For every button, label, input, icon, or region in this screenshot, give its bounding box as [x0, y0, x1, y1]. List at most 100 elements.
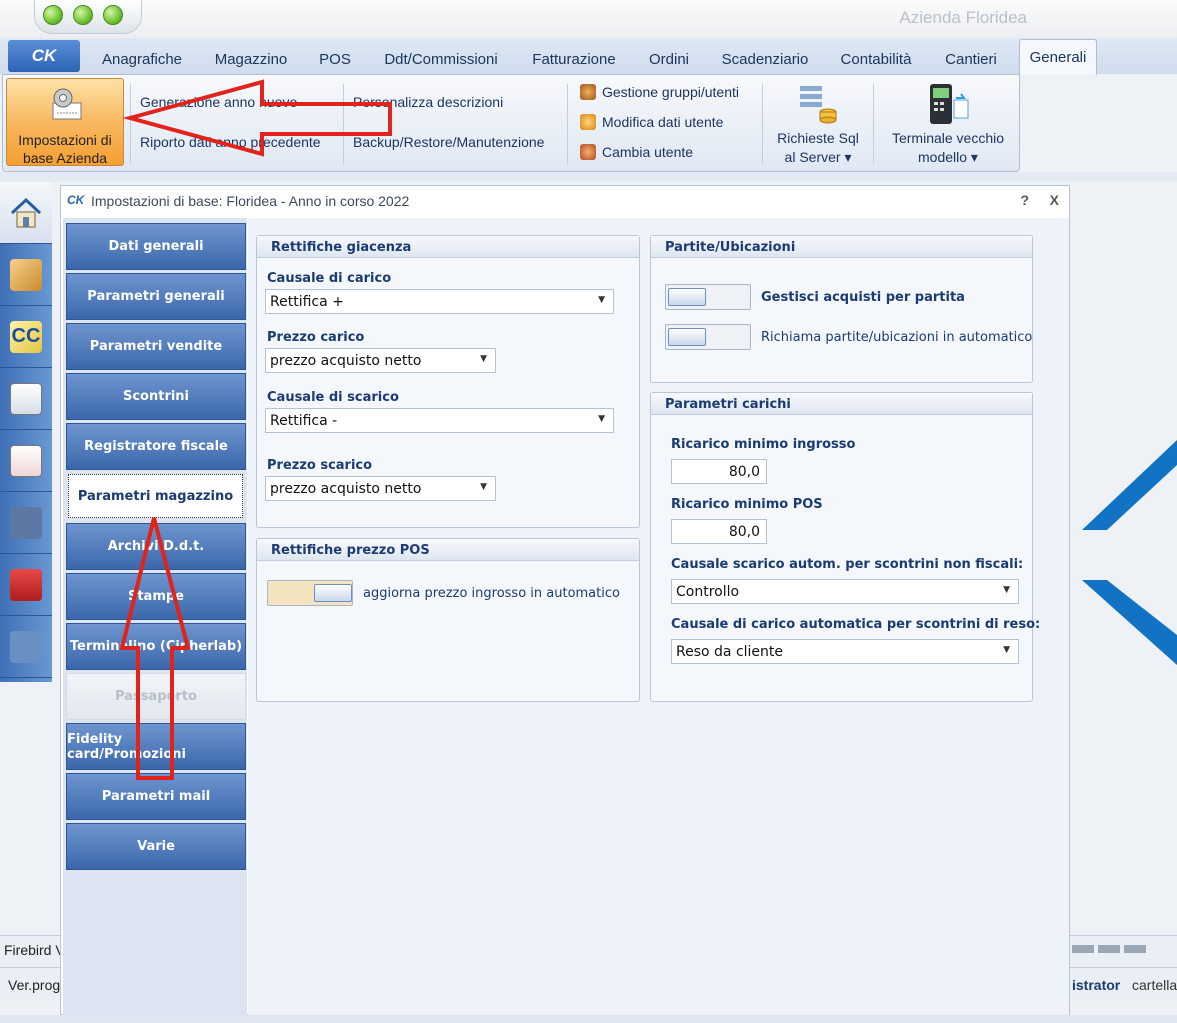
tab-ddt-commissioni[interactable]: Ddt/Commissioni — [372, 44, 510, 74]
nav-passaporto: Passaporto — [66, 673, 246, 720]
group-rettifiche-giacenza: Rettifiche giacenza Causale di carico Re… — [256, 235, 640, 528]
richiama-partite-toggle[interactable] — [665, 324, 751, 350]
selected-value: Rettifica + — [270, 293, 344, 310]
prezzo-carico-select[interactable]: prezzo acquisto netto ▼ — [265, 348, 496, 373]
nav-archivi-ddt[interactable]: Archivi D.d.t. — [66, 523, 246, 570]
user-text: istrator — [1072, 977, 1121, 993]
window-minimize-light[interactable] — [73, 5, 93, 25]
nav-parametri-generali[interactable]: Parametri generali — [66, 273, 246, 320]
aggiorna-prezzo-toggle[interactable] — [267, 580, 353, 606]
contabilita-shortcut[interactable]: CC — [0, 306, 52, 368]
chevron-down-icon: ▼ — [480, 354, 487, 364]
gestisci-partita-toggle[interactable] — [665, 284, 751, 310]
nav-parametri-mail[interactable]: Parametri mail — [66, 773, 246, 820]
causale-scarico-label: Causale di scarico — [267, 390, 399, 405]
anagrafiche-shortcut[interactable] — [0, 368, 52, 430]
selected-value: Rettifica - — [270, 412, 338, 429]
causale-carico-select[interactable]: Rettifica + ▼ — [265, 289, 614, 314]
ricarico-ingrosso-label: Ricarico minimo ingrosso — [671, 437, 856, 452]
magazzino-shortcut[interactable] — [0, 244, 52, 306]
cc-document-icon: CC — [10, 320, 42, 353]
terminale-vecchio-label-2[interactable]: modello ▾ — [884, 149, 1012, 166]
tab-generali[interactable]: Generali — [1019, 39, 1097, 75]
nav-registratore-fiscale[interactable]: Registratore fiscale — [66, 423, 246, 470]
home-button[interactable] — [0, 182, 52, 244]
selected-value: Reso da cliente — [676, 643, 784, 660]
nav-terminalino[interactable]: Terminalino (Cipherlab) — [66, 623, 246, 670]
personalizza-descrizioni-link[interactable]: Personalizza descrizioni — [353, 94, 503, 110]
supplier-list-icon — [10, 444, 42, 477]
prezzo-scarico-label: Prezzo scarico — [267, 458, 373, 473]
chevron-down-icon: ▼ — [1003, 645, 1010, 655]
tab-contabilita[interactable]: Contabilità — [830, 44, 922, 74]
app-menu-logo[interactable]: CK — [8, 40, 80, 72]
tab-fatturazione[interactable]: Fatturazione — [522, 44, 626, 74]
ordini-shortcut[interactable] — [0, 554, 52, 616]
chevron-down-icon: ▼ — [598, 295, 605, 305]
impostazioni-label-line2: base Azienda — [22, 150, 108, 166]
modifica-dati-utente-link[interactable]: Modifica dati utente — [602, 114, 723, 130]
tab-magazzino[interactable]: Magazzino — [204, 44, 298, 74]
dialog-title: Impostazioni di base: Floridea - Anno in… — [91, 193, 410, 209]
group-partite-ubicazioni: Partite/Ubicazioni Gestisci acquisti per… — [650, 235, 1033, 383]
pos-shortcut[interactable] — [0, 492, 52, 554]
sql-database-icon — [800, 86, 837, 124]
riporto-dati-link[interactable]: Riporto dati anno precedente — [140, 134, 321, 150]
tab-ordini[interactable]: Ordini — [638, 44, 700, 74]
fornitori-shortcut[interactable] — [0, 430, 52, 492]
ribbon-panel — [2, 74, 1020, 172]
aggiorna-prezzo-label: aggiorna prezzo ingrosso in automatico — [363, 586, 620, 601]
home-icon — [10, 197, 42, 227]
tab-scadenziario[interactable]: Scadenziario — [712, 44, 818, 74]
impostazioni-azienda-button[interactable]: Impostazioni di base Azienda — [6, 78, 124, 166]
gestione-gruppi-link[interactable]: Gestione gruppi/utenti — [602, 84, 739, 100]
nav-parametri-vendite[interactable]: Parametri vendite — [66, 323, 246, 370]
terminale-vecchio-label-1[interactable]: Terminale vecchio — [884, 130, 1012, 146]
tab-anagrafiche[interactable]: Anagrafiche — [92, 44, 192, 74]
generazione-anno-nuovo-link[interactable]: Generazione anno nuovo — [140, 94, 297, 110]
cambia-utente-link[interactable]: Cambia utente — [602, 144, 693, 160]
status-indicator — [1124, 945, 1146, 953]
nav-parametri-magazzino[interactable]: Parametri magazzino — [68, 474, 243, 518]
ricarico-pos-input[interactable]: 80,0 — [671, 519, 767, 544]
causale-scarico-select[interactable]: Rettifica - ▼ — [265, 408, 614, 433]
richiama-partite-label: Richiama partite/ubicazioni in automatic… — [761, 330, 1033, 345]
nav-varie[interactable]: Varie — [66, 823, 246, 870]
causale-carico-auto-select[interactable]: Reso da cliente ▼ — [671, 639, 1019, 664]
tab-cantieri[interactable]: Cantieri — [934, 44, 1008, 74]
causale-scarico-auto-label: Causale scarico autom. per scontrini non… — [671, 557, 1024, 572]
toggle-knob — [668, 288, 706, 306]
client-list-icon — [10, 382, 42, 415]
tab-pos[interactable]: POS — [310, 44, 360, 74]
help-button[interactable]: ? — [1020, 192, 1029, 208]
cantieri-shortcut[interactable] — [0, 616, 52, 678]
causale-scarico-auto-select[interactable]: Controllo ▼ — [671, 579, 1019, 604]
switch-user-icon — [580, 144, 596, 160]
richieste-sql-label-2[interactable]: al Server ▾ — [776, 149, 860, 166]
window-close-light[interactable] — [43, 5, 63, 25]
folder-text: cartella — [1132, 977, 1177, 993]
settings-gear-icon — [52, 88, 82, 120]
shopping-cart-icon — [10, 568, 42, 601]
backup-restore-link[interactable]: Backup/Restore/Manutenzione — [353, 134, 544, 150]
status-indicator — [1072, 945, 1094, 953]
selected-value: Controllo — [676, 583, 740, 600]
window-zoom-light[interactable] — [103, 5, 123, 25]
nav-scontrini[interactable]: Scontrini — [66, 373, 246, 420]
app-title: Azienda Floridea — [899, 8, 1027, 27]
ricarico-ingrosso-input[interactable]: 80,0 — [671, 459, 767, 484]
nav-stampe[interactable]: Stampe — [66, 573, 246, 620]
nav-dati-generali[interactable]: Dati generali — [66, 223, 246, 270]
traffic-light-group — [34, 0, 142, 34]
cash-register-icon — [10, 506, 42, 539]
bottom-edge — [0, 1015, 1177, 1023]
close-dialog-button[interactable]: X — [1050, 192, 1059, 208]
richieste-sql-label-1[interactable]: Richieste Sql — [776, 130, 860, 146]
chevron-down-icon: ▼ — [598, 414, 605, 424]
prezzo-carico-label: Prezzo carico — [267, 330, 365, 345]
nav-fidelity-card[interactable]: Fidelity card/Promozioni — [66, 723, 246, 770]
prezzo-scarico-select[interactable]: prezzo acquisto netto ▼ — [265, 476, 496, 501]
gestisci-partita-label: Gestisci acquisti per partita — [761, 290, 965, 305]
dialog-logo-icon: CK — [67, 193, 85, 207]
dialog-titlebar: CK Impostazioni di base: Floridea - Anno… — [61, 186, 1069, 216]
